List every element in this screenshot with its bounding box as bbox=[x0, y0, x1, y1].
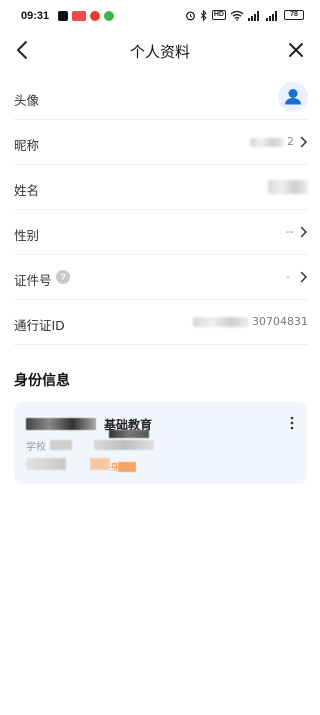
redacted-block bbox=[94, 440, 154, 450]
app-notification-icon bbox=[58, 11, 68, 21]
redacted-block bbox=[26, 458, 66, 470]
app-notification-icon bbox=[104, 11, 114, 21]
status-bar: 09:31 HD 78 bbox=[0, 0, 320, 30]
wifi-icon bbox=[230, 10, 244, 21]
profile-row-avatar[interactable]: 头像 bbox=[14, 75, 308, 120]
row-label: 姓名 bbox=[14, 183, 40, 198]
bluetooth-icon bbox=[200, 9, 207, 21]
status-time: 09:31 bbox=[21, 10, 50, 22]
id-number-value: - bbox=[286, 270, 290, 283]
passport-id-value: 30704831 bbox=[192, 315, 308, 328]
card-school-label: 学校 bbox=[26, 442, 46, 453]
nav-bar: 个人资料 bbox=[0, 30, 320, 70]
chevron-right-icon bbox=[300, 226, 308, 238]
avatar[interactable] bbox=[278, 82, 308, 112]
avatar-icon bbox=[285, 89, 301, 105]
profile-list: 头像 昵称 2 姓名 性别 -- 证件号 ? - 通行证ID 30704831 bbox=[14, 75, 308, 345]
battery-icon: 78 bbox=[284, 10, 304, 20]
signal-icon bbox=[266, 10, 277, 21]
identity-card[interactable]: 基础教育 学校 身份 bbox=[14, 402, 307, 484]
weibo-icon bbox=[90, 11, 100, 21]
hd-icon: HD bbox=[211, 10, 226, 20]
row-label: 证件号 bbox=[14, 273, 52, 288]
redacted-block bbox=[50, 440, 72, 450]
signal-icon bbox=[248, 10, 259, 21]
name-value bbox=[268, 180, 308, 197]
status-icons: HD 78 bbox=[185, 9, 304, 21]
profile-row-nickname[interactable]: 昵称 2 bbox=[14, 120, 308, 165]
help-icon[interactable]: ? bbox=[56, 270, 70, 284]
gender-value: -- bbox=[286, 225, 294, 238]
row-label: 通行证ID bbox=[14, 318, 65, 333]
app-notification-icon bbox=[72, 11, 86, 21]
identity-section-title: 身份信息 bbox=[14, 373, 70, 389]
row-label: 头像 bbox=[14, 93, 40, 108]
profile-row-id-number[interactable]: 证件号 ? - bbox=[14, 255, 308, 300]
close-icon[interactable] bbox=[286, 40, 306, 60]
row-label: 昵称 bbox=[14, 138, 40, 153]
profile-row-gender[interactable]: 性别 -- bbox=[14, 210, 308, 255]
profile-row-passport-id: 通行证ID 30704831 bbox=[14, 300, 308, 345]
redacted-block bbox=[90, 458, 110, 470]
more-options-icon[interactable] bbox=[289, 416, 295, 430]
row-label: 性别 bbox=[14, 228, 40, 243]
chevron-right-icon bbox=[300, 271, 308, 283]
nickname-value: 2 bbox=[249, 135, 294, 148]
redacted-block bbox=[26, 418, 96, 430]
page-title: 个人资料 bbox=[129, 43, 190, 61]
alarm-icon bbox=[185, 10, 195, 20]
profile-row-name[interactable]: 姓名 bbox=[14, 165, 308, 210]
chevron-right-icon bbox=[300, 136, 308, 148]
redacted-block bbox=[118, 462, 136, 472]
redacted-block bbox=[109, 430, 149, 438]
